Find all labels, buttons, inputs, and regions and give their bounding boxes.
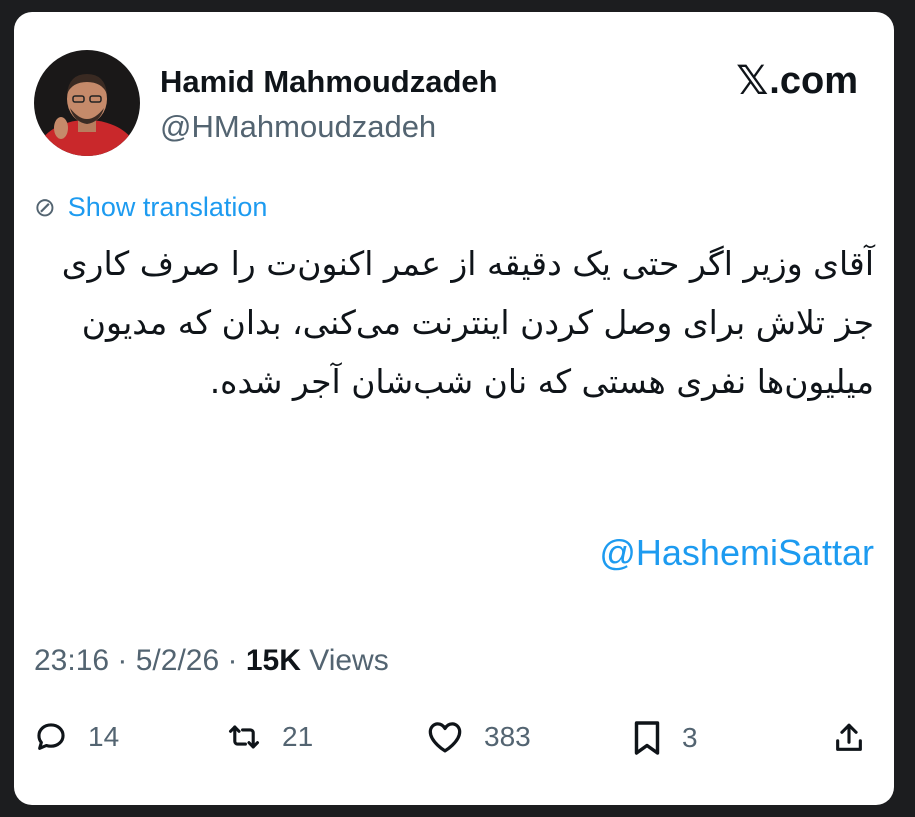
- tweet-time[interactable]: 23:16: [34, 644, 109, 677]
- bookmark-count: 3: [682, 722, 698, 753]
- author-handle[interactable]: @HMahmoudzadeh: [160, 109, 436, 145]
- meta-separator: ·: [109, 644, 136, 677]
- bookmark-button[interactable]: 3: [632, 720, 698, 756]
- views-spacer: [301, 644, 309, 677]
- views-count: 15K: [245, 644, 301, 677]
- show-translation-label: Show translation: [67, 192, 268, 222]
- reply-count: 14: [88, 721, 120, 752]
- brand-watermark: 𝕏 .com: [736, 58, 858, 104]
- meta-separator: ·: [219, 644, 246, 677]
- tweet-text: آقای وزیر اگر حتی یک دقیقه از عمر اکنون‌…: [61, 244, 874, 401]
- like-count: 383: [484, 721, 531, 752]
- mention-link[interactable]: @HashemiSattar: [599, 532, 874, 574]
- action-bar: 14 21 383 3: [14, 720, 894, 770]
- share-icon: [836, 723, 862, 751]
- repost-count: 21: [282, 721, 314, 752]
- brand-domain: .com: [769, 59, 858, 102]
- reply-button[interactable]: 14: [34, 720, 119, 754]
- repost-button[interactable]: 21: [226, 720, 313, 754]
- x-logo-icon: 𝕏: [736, 58, 769, 104]
- tweet-date[interactable]: 5/2/26: [136, 644, 219, 677]
- avatar[interactable]: [34, 50, 140, 156]
- repost-icon: [228, 725, 260, 749]
- author-display-name[interactable]: Hamid Mahmoudzadeh: [160, 64, 498, 100]
- bookmark-icon: [634, 721, 660, 755]
- views-label: Views: [309, 644, 389, 677]
- share-button[interactable]: [832, 720, 886, 756]
- show-translation-link[interactable]: ⊘ Show translation: [34, 192, 267, 223]
- like-button[interactable]: 383: [426, 720, 531, 754]
- reply-icon: [37, 723, 65, 750]
- heart-icon: [428, 722, 462, 753]
- globe-icon: ⊘: [34, 192, 56, 223]
- tweet-card: Hamid Mahmoudzadeh @HMahmoudzadeh 𝕏 .com …: [14, 12, 894, 805]
- tweet-meta: 23:16 · 5/2/26 · 15K Views: [34, 644, 389, 678]
